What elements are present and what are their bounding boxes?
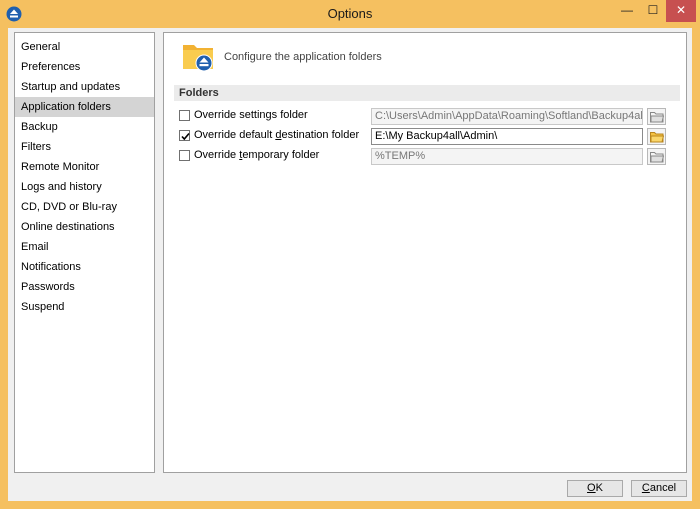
title-bar[interactable]: Options — ☐ ✕ <box>0 0 700 28</box>
override-destination-checkbox[interactable] <box>179 130 190 141</box>
temporary-folder-row: Override temporary folder %TEMP% <box>179 148 684 166</box>
sidebar-item-cd-dvd-or-blu-ray[interactable]: CD, DVD or Blu-ray <box>15 197 154 217</box>
override-destination-label[interactable]: Override default destination folder <box>194 129 359 141</box>
folders-group-header: Folders <box>174 85 680 101</box>
settings-panel: Configure the application folders Folder… <box>163 32 687 473</box>
sidebar-item-application-folders[interactable]: Application folders <box>15 97 154 117</box>
temporary-folder-field[interactable]: %TEMP% <box>371 148 643 165</box>
sidebar-item-email[interactable]: Email <box>15 237 154 257</box>
sidebar-item-general[interactable]: General <box>15 37 154 57</box>
sidebar-item-filters[interactable]: Filters <box>15 137 154 157</box>
folder-icon <box>650 152 664 163</box>
sidebar-item-notifications[interactable]: Notifications <box>15 257 154 277</box>
category-items: General Preferences Startup and updates App… <box>15 33 154 317</box>
minimize-button[interactable]: — <box>614 0 640 22</box>
override-temporary-checkbox[interactable] <box>179 150 190 161</box>
window-title: Options <box>327 6 373 21</box>
dialog-body: General Preferences Startup and updates App… <box>8 28 692 501</box>
options-category-list: General Preferences Startup and updates App… <box>14 32 155 473</box>
sidebar-item-online-destinations[interactable]: Online destinations <box>15 217 154 237</box>
sidebar-item-preferences[interactable]: Preferences <box>15 57 154 77</box>
sidebar-item-logs-and-history[interactable]: Logs and history <box>15 177 154 197</box>
sidebar-item-suspend[interactable]: Suspend <box>15 297 154 317</box>
ok-button[interactable]: OK <box>567 480 623 497</box>
options-window: Options — ☐ ✕ General Preferences Startup … <box>0 0 700 509</box>
maximize-button[interactable]: ☐ <box>640 0 666 22</box>
sidebar-item-passwords[interactable]: Passwords <box>15 277 154 297</box>
sidebar-item-remote-monitor[interactable]: Remote Monitor <box>15 157 154 177</box>
override-settings-checkbox[interactable] <box>179 110 190 121</box>
sidebar-item-startup-and-updates[interactable]: Startup and updates <box>15 77 154 97</box>
folder-icon <box>650 112 664 123</box>
folder-eject-icon <box>182 41 216 73</box>
destination-folder-row: Override default destination folder E:\M… <box>179 128 684 146</box>
folder-icon <box>650 132 664 143</box>
override-settings-label[interactable]: Override settings folder <box>194 109 308 121</box>
override-temporary-label[interactable]: Override temporary folder <box>194 149 319 161</box>
browse-temporary-folder-button[interactable] <box>647 148 666 165</box>
cancel-button[interactable]: Cancel <box>631 480 687 497</box>
panel-heading: Configure the application folders <box>224 51 382 63</box>
destination-folder-field[interactable]: E:\My Backup4all\Admin\ <box>371 128 643 145</box>
sidebar-item-backup[interactable]: Backup <box>15 117 154 137</box>
browse-destination-folder-button[interactable] <box>647 128 666 145</box>
settings-folder-field[interactable]: C:\Users\Admin\AppData\Roaming\Softland\… <box>371 108 643 125</box>
checkmark-icon <box>181 132 190 141</box>
settings-folder-row: Override settings folder C:\Users\Admin\… <box>179 108 684 126</box>
close-button[interactable]: ✕ <box>666 0 696 22</box>
browse-settings-folder-button[interactable] <box>647 108 666 125</box>
